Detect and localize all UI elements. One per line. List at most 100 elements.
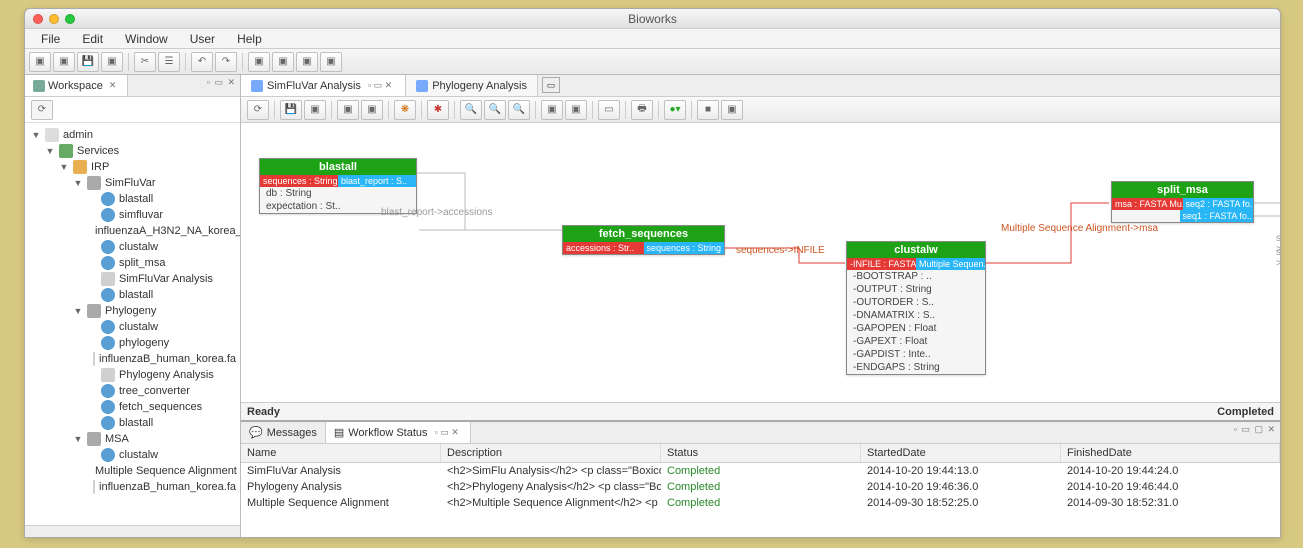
et-btn-end[interactable]: ▣	[721, 100, 743, 120]
et-run-button[interactable]: ●▾	[664, 100, 686, 120]
tb-btn-7[interactable]: ↶	[191, 52, 213, 72]
tree-toggle-icon[interactable]: ▼	[45, 146, 55, 156]
et-zoom-out[interactable]: 🔍	[484, 100, 506, 120]
et-align-1[interactable]: ▣	[541, 100, 563, 120]
et-print[interactable]: 🖶	[631, 100, 653, 120]
tree-item[interactable]: Phylogeny Analysis	[27, 367, 238, 383]
table-row[interactable]: Multiple Sequence Alignment<h2>Multiple …	[241, 495, 1280, 511]
col-status[interactable]: Status	[661, 444, 861, 462]
col-desc[interactable]: Description	[441, 444, 661, 462]
tree-item[interactable]: influenzaA_H3N2_NA_korea_2002	[27, 223, 238, 239]
panel-min-max[interactable]: ▫ ▭ ▢ ✕	[1230, 422, 1280, 443]
port-in[interactable]: msa : FASTA Mu..	[1112, 198, 1183, 210]
tb-btn-9[interactable]: ▣	[248, 52, 270, 72]
ws-refresh-button[interactable]: ⟳	[31, 100, 53, 120]
et-btn-copy[interactable]: ▣	[337, 100, 359, 120]
node-fetch-sequences[interactable]: fetch_sequences accessions : Str.. seque…	[562, 225, 725, 255]
tree-item[interactable]: ▼MSA	[27, 431, 238, 447]
panel-min-max[interactable]: ▫ ▭ ✕	[203, 75, 240, 96]
tree-toggle-icon[interactable]: ▼	[73, 306, 83, 316]
workflow-canvas[interactable]: blastall sequences : String blast_report…	[241, 123, 1280, 402]
col-start[interactable]: StartedDate	[861, 444, 1061, 462]
port-out[interactable]: seq2 : FASTA fo..	[1183, 198, 1254, 210]
et-btn-4[interactable]: ❋	[394, 100, 416, 120]
menu-edit[interactable]: Edit	[72, 30, 113, 48]
port-out[interactable]: blast_report : S..	[338, 175, 416, 187]
tb-btn-11[interactable]: ▣	[296, 52, 318, 72]
tree-item[interactable]: simfluvar	[27, 207, 238, 223]
tab-messages[interactable]: 💬 Messages	[241, 422, 326, 443]
et-align-2[interactable]: ▣	[565, 100, 587, 120]
tree-item[interactable]: influenzaB_human_korea.fa	[27, 351, 238, 367]
tree-toggle-icon[interactable]: ▼	[73, 434, 83, 444]
tree-item[interactable]: clustalw	[27, 319, 238, 335]
tb-btn-5[interactable]: ✂	[134, 52, 156, 72]
tab-phylogeny-analysis[interactable]: Phylogeny Analysis	[406, 75, 538, 96]
tree-item[interactable]: clustalw	[27, 239, 238, 255]
node-blastall[interactable]: blastall sequences : String blast_report…	[259, 158, 417, 214]
node-split-msa[interactable]: split_msa msa : FASTA Mu.. seq2 : FASTA …	[1111, 181, 1254, 223]
tb-btn-2[interactable]: ▣	[53, 52, 75, 72]
tree-item[interactable]: ▼Services	[27, 143, 238, 159]
port-in[interactable]: accessions : Str..	[563, 242, 644, 254]
tab-controls[interactable]: ▫ ▭ ✕	[432, 427, 462, 438]
tree-item[interactable]: ▼admin	[27, 127, 238, 143]
tree-item[interactable]: blastall	[27, 287, 238, 303]
zoom-icon[interactable]	[65, 14, 75, 24]
tree-item[interactable]: blastall	[27, 191, 238, 207]
port-out[interactable]: sequences : String	[644, 242, 725, 254]
tree-item[interactable]: phylogeny	[27, 335, 238, 351]
port-out[interactable]: seq1 : FASTA fo..	[1180, 210, 1254, 222]
tab-controls[interactable]: ▫ ▭ ✕	[365, 80, 395, 91]
tree-item[interactable]: fetch_sequences	[27, 399, 238, 415]
tree-item[interactable]: influenzaB_human_korea.fa	[27, 479, 238, 495]
workspace-tab-controls[interactable]: ✕	[106, 80, 120, 91]
tree-toggle-icon[interactable]: ▼	[59, 162, 69, 172]
et-btn-2[interactable]: 💾	[280, 100, 302, 120]
et-layout[interactable]: ▭	[598, 100, 620, 120]
tree-item[interactable]: ▼IRP	[27, 159, 238, 175]
port-out[interactable]: Multiple Sequen..	[916, 258, 985, 270]
tb-btn-10[interactable]: ▣	[272, 52, 294, 72]
close-icon[interactable]	[33, 14, 43, 24]
tab-simfluvar-analysis[interactable]: SimFluVar Analysis ▫ ▭ ✕	[241, 75, 406, 96]
et-stop-button[interactable]: ■	[697, 100, 719, 120]
et-btn-3[interactable]: ▣	[304, 100, 326, 120]
tb-btn-8[interactable]: ↷	[215, 52, 237, 72]
et-zoom-in[interactable]: 🔍	[460, 100, 482, 120]
table-row[interactable]: SimFluVar Analysis<h2>SimFlu Analysis</h…	[241, 463, 1280, 479]
tree-item[interactable]: Multiple Sequence Alignment	[27, 463, 238, 479]
tb-btn-3[interactable]: 💾	[77, 52, 99, 72]
workspace-tree[interactable]: ▼admin▼Services▼IRP▼SimFluVarblastallsim…	[25, 123, 240, 525]
tree-item[interactable]: ▼Phylogeny	[27, 303, 238, 319]
tree-item[interactable]: blastall	[27, 415, 238, 431]
scrollbar-h[interactable]	[25, 525, 240, 537]
tab-workflow-status[interactable]: ▤ Workflow Status ▫ ▭ ✕	[326, 422, 471, 443]
et-zoom-fit[interactable]: 🔍	[508, 100, 530, 120]
table-row[interactable]: Phylogeny Analysis<h2>Phylogeny Analysis…	[241, 479, 1280, 495]
workspace-tab[interactable]: Workspace ✕	[25, 75, 128, 96]
menu-file[interactable]: File	[31, 30, 70, 48]
et-btn-1[interactable]: ⟳	[247, 100, 269, 120]
menu-user[interactable]: User	[180, 30, 225, 48]
node-clustalw[interactable]: clustalw -INFILE : FASTA.. Multiple Sequ…	[846, 241, 986, 375]
minimize-icon[interactable]	[49, 14, 59, 24]
tree-item[interactable]: clustalw	[27, 447, 238, 463]
tree-item[interactable]: tree_converter	[27, 383, 238, 399]
tree-toggle-icon[interactable]: ▼	[73, 178, 83, 188]
menu-window[interactable]: Window	[115, 30, 178, 48]
et-btn-paste[interactable]: ▣	[361, 100, 383, 120]
port-in[interactable]: sequences : String	[260, 175, 338, 187]
maximize-editor-button[interactable]: ▭	[542, 77, 560, 93]
tree-item[interactable]: split_msa	[27, 255, 238, 271]
tree-item[interactable]: ▼SimFluVar	[27, 175, 238, 191]
menu-help[interactable]: Help	[227, 30, 272, 48]
col-name[interactable]: Name	[241, 444, 441, 462]
et-btn-5[interactable]: ✱	[427, 100, 449, 120]
tree-item[interactable]: SimFluVar Analysis	[27, 271, 238, 287]
tb-btn-12[interactable]: ▣	[320, 52, 342, 72]
port-in[interactable]: -INFILE : FASTA..	[847, 258, 916, 270]
tb-btn-4[interactable]: ▣	[101, 52, 123, 72]
col-finish[interactable]: FinishedDate	[1061, 444, 1280, 462]
tb-btn-6[interactable]: ☰	[158, 52, 180, 72]
